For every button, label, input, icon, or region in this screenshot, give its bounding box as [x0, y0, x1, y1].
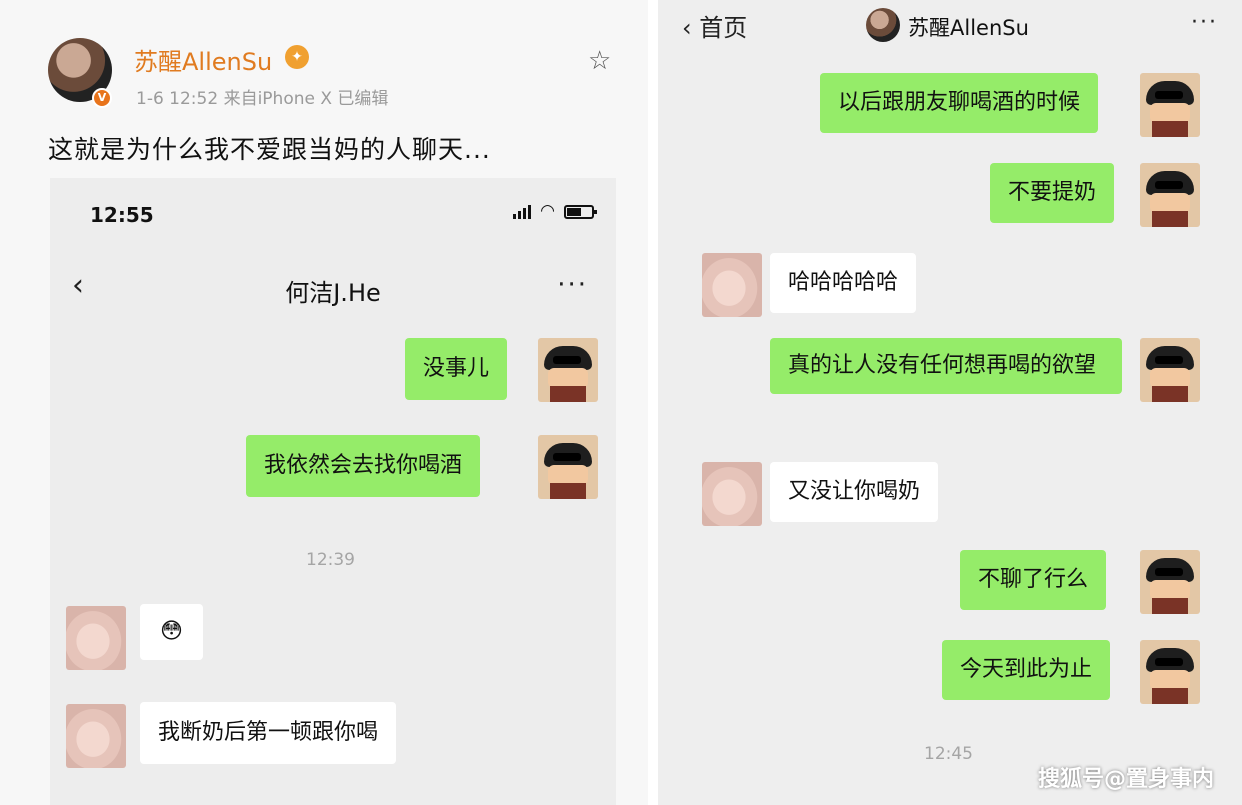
message-bubble-sent: 今天到此为止: [942, 640, 1111, 700]
message-bubble-received: 哈哈哈哈哈: [770, 253, 917, 313]
message-bubble-sent: 没事儿: [405, 338, 508, 400]
message-bubble-sent: 以后跟朋友聊喝酒的时候: [820, 73, 1099, 133]
sender-avatar[interactable]: [1140, 550, 1200, 614]
message-bubble-sent: 不要提奶: [990, 163, 1115, 223]
more-icon[interactable]: ···: [1191, 10, 1218, 35]
status-time: 12:55: [90, 203, 154, 227]
chat-title: 何洁J.He: [285, 279, 381, 307]
message-bubble-received: 😳: [140, 604, 203, 660]
message-bubble-sent: 真的让人没有任何想再喝的欲望: [770, 338, 1122, 394]
contact-avatar[interactable]: [66, 704, 126, 768]
watermark: 搜狐号@置身事内: [1037, 767, 1214, 792]
message-bubble-received: 我断奶后第一顿跟你喝: [140, 702, 397, 764]
sender-avatar[interactable]: [1140, 73, 1200, 137]
signal-icon: [513, 204, 532, 219]
contact-avatar[interactable]: [66, 606, 126, 670]
embedded-chat-screenshot: 12:55 ◠ ‹ 何洁J.He ··· 没事儿 我依然会去找你喝酒 12:39…: [50, 178, 616, 805]
back-icon: ‹: [682, 14, 700, 42]
status-icons: ◠: [513, 201, 597, 221]
verified-badge-icon: V: [92, 88, 112, 108]
sender-avatar[interactable]: [1140, 338, 1200, 402]
chat-title: 苏醒AllenSu: [908, 16, 1029, 40]
contact-avatar[interactable]: [702, 462, 762, 526]
battery-icon: [564, 204, 597, 219]
message-bubble-received: 又没让你喝奶: [770, 462, 939, 522]
weibo-post-panel: V 苏醒AllenSu ✦ 1-6 12:52 来自iPhone X 已编辑 ☆…: [0, 0, 648, 805]
back-label: 首页: [699, 14, 748, 42]
author-name[interactable]: 苏醒AllenSu: [134, 42, 272, 77]
post-meta: 1-6 12:52 来自iPhone X 已编辑: [136, 89, 389, 109]
chat-avatar: [866, 8, 900, 42]
timestamp-separator: 12:39: [306, 550, 355, 570]
vip-badge-icon: ✦: [285, 45, 309, 69]
message-bubble-sent: 不聊了行么: [960, 550, 1107, 610]
sender-avatar[interactable]: [538, 435, 598, 499]
chat-panel: ‹ 首页 苏醒AllenSu ··· 以后跟朋友聊喝酒的时候 不要提奶 哈哈哈哈…: [658, 0, 1242, 805]
timestamp-separator: 12:45: [924, 744, 973, 764]
post-text: 这就是为什么我不爱跟当妈的人聊天...: [48, 135, 491, 164]
sender-avatar[interactable]: [1140, 163, 1200, 227]
sender-avatar[interactable]: [1140, 640, 1200, 704]
contact-avatar[interactable]: [702, 253, 762, 317]
message-bubble-sent: 我依然会去找你喝酒: [246, 435, 481, 497]
back-button[interactable]: ‹ 首页: [682, 8, 747, 43]
more-icon[interactable]: ···: [557, 270, 588, 300]
panel-divider: [648, 0, 658, 805]
wifi-icon: ◠: [540, 201, 555, 221]
sender-avatar[interactable]: [538, 338, 598, 402]
flushed-emoji-icon: 😳: [160, 619, 183, 644]
favorite-star-icon[interactable]: ☆: [588, 46, 611, 76]
